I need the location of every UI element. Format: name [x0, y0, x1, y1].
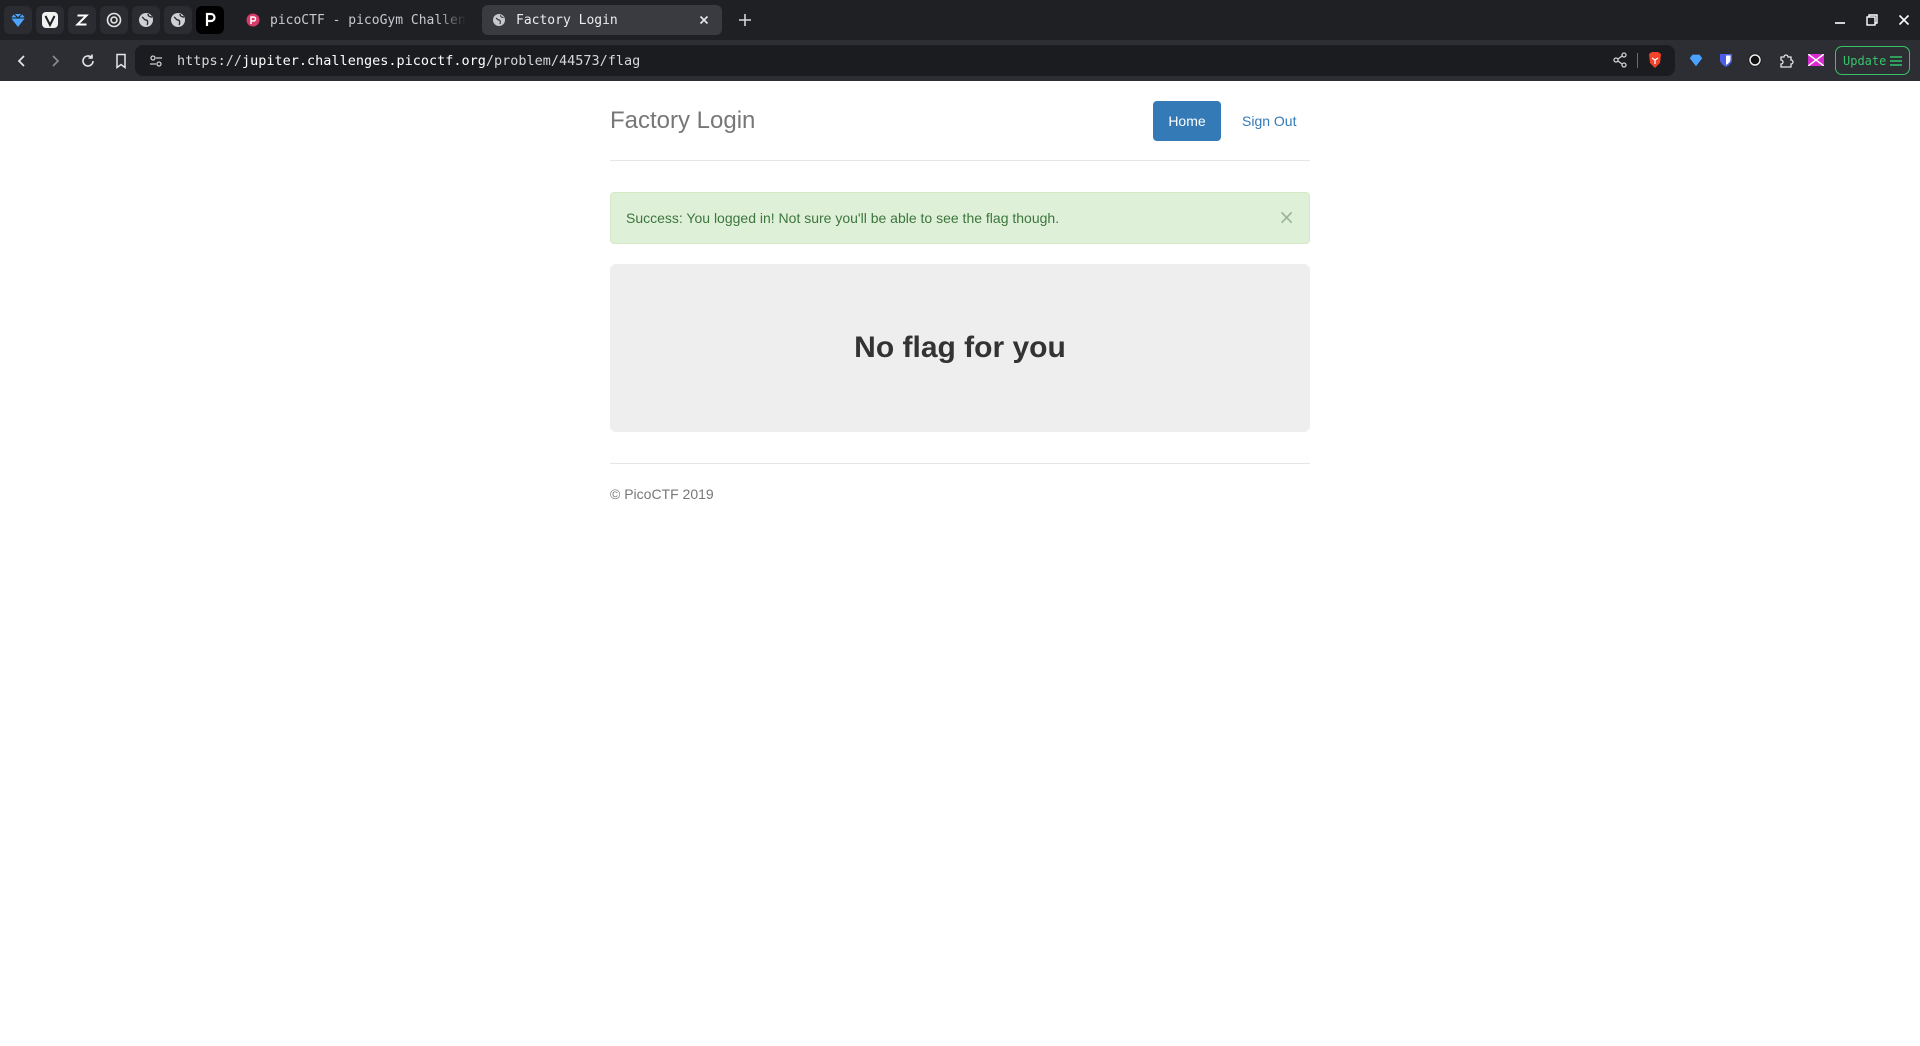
- update-button[interactable]: Update: [1835, 46, 1910, 75]
- pinned-tab-v[interactable]: [36, 6, 64, 34]
- extension-bitwarden[interactable]: [1716, 50, 1736, 70]
- gem-icon: [1689, 54, 1703, 67]
- globe-icon: [171, 13, 185, 27]
- restore-icon: [1866, 14, 1878, 26]
- site-header: Factory Login Home Sign Out: [610, 81, 1310, 161]
- browser-toolbar: https://jupiter.challenges.picoctf.org/p…: [0, 40, 1920, 81]
- shield-icon: [1720, 54, 1732, 67]
- close-tab-icon[interactable]: [696, 12, 712, 28]
- copyright-text: © PicoCTF 2019: [610, 486, 714, 502]
- url-prefix: https://: [177, 52, 243, 69]
- flag-heading: No flag for you: [854, 331, 1066, 364]
- minimize-button[interactable]: [1824, 4, 1856, 36]
- close-icon: [1898, 14, 1910, 26]
- picoctf-icon: [246, 13, 260, 27]
- gem-icon: [11, 13, 25, 27]
- puzzle-icon: [1779, 53, 1794, 68]
- extensions-button[interactable]: [1776, 50, 1796, 70]
- pinned-tabs: [0, 0, 228, 40]
- forward-button[interactable]: [40, 46, 70, 76]
- reload-icon: [82, 54, 94, 67]
- tab-factory-login[interactable]: Factory Login: [482, 5, 722, 35]
- page-viewport: Factory Login Home Sign Out Success: You…: [0, 81, 1920, 1046]
- home-button[interactable]: Home: [1153, 101, 1221, 141]
- success-alert: Success: You logged in! Not sure you'll …: [610, 192, 1310, 244]
- url-path: /problem/44573/flag: [485, 52, 641, 69]
- site-settings-button[interactable]: [141, 46, 171, 76]
- tab-title: picoCTF - picoGym Challenges: [270, 12, 466, 28]
- extension-circle[interactable]: [1745, 50, 1765, 70]
- tab-picoctf[interactable]: picoCTF - picoGym Challenges: [236, 5, 476, 35]
- sign-out-link[interactable]: Sign Out: [1230, 101, 1308, 141]
- bookmark-button[interactable]: [106, 46, 136, 76]
- pinned-tab-openai[interactable]: [100, 6, 128, 34]
- pinned-tab-globe-2[interactable]: [164, 6, 192, 34]
- arrow-left-icon: [17, 54, 25, 67]
- extension-gem[interactable]: [1686, 50, 1706, 70]
- url-divider: [1637, 53, 1638, 68]
- plus-icon: [739, 14, 751, 26]
- alert-close-button[interactable]: ×: [1278, 207, 1295, 227]
- site-brand: Factory Login: [610, 107, 756, 134]
- back-button[interactable]: [7, 46, 37, 76]
- minimize-icon: [1835, 22, 1845, 24]
- menu-icon: [1890, 56, 1902, 66]
- pinned-tab-p[interactable]: [196, 6, 224, 34]
- v-logo-icon: [42, 12, 58, 28]
- pinned-tab-globe-1[interactable]: [132, 6, 160, 34]
- arrow-right-icon: [52, 54, 60, 67]
- globe-icon: [139, 13, 153, 27]
- pinned-tab-gem[interactable]: [4, 6, 32, 34]
- extension-flag[interactable]: [1806, 50, 1826, 70]
- globe-icon: [493, 14, 505, 26]
- bookmark-icon: [116, 53, 126, 69]
- update-label: Update: [1843, 53, 1887, 68]
- tab-title: Factory Login: [516, 12, 618, 28]
- pinned-tab-z[interactable]: [68, 6, 96, 34]
- tune-icon: [150, 54, 162, 67]
- p-logo-icon: [205, 12, 216, 26]
- openai-icon: [106, 12, 122, 28]
- ring-icon: [1748, 53, 1762, 67]
- z-logo-icon: [74, 12, 90, 28]
- site-footer: © PicoCTF 2019: [610, 463, 1310, 502]
- brave-shields-icon[interactable]: [1645, 50, 1665, 70]
- address-bar[interactable]: https://jupiter.challenges.picoctf.org/p…: [135, 45, 1675, 76]
- restore-button[interactable]: [1856, 4, 1888, 36]
- url-text: https://jupiter.challenges.picoctf.org/p…: [177, 53, 640, 69]
- flag-icon: [1808, 54, 1824, 66]
- reload-button[interactable]: [73, 46, 103, 76]
- share-icon[interactable]: [1611, 51, 1629, 69]
- alert-message: Success: You logged in! Not sure you'll …: [626, 210, 1060, 226]
- new-tab-button[interactable]: [732, 7, 758, 33]
- url-host: jupiter.challenges.picoctf.org: [242, 52, 486, 69]
- window-controls: [1824, 0, 1920, 40]
- close-window-button[interactable]: [1888, 4, 1920, 36]
- browser-tab-bar: picoCTF - picoGym Challenges Factory Log…: [0, 0, 1920, 40]
- jumbotron: No flag for you: [610, 264, 1310, 432]
